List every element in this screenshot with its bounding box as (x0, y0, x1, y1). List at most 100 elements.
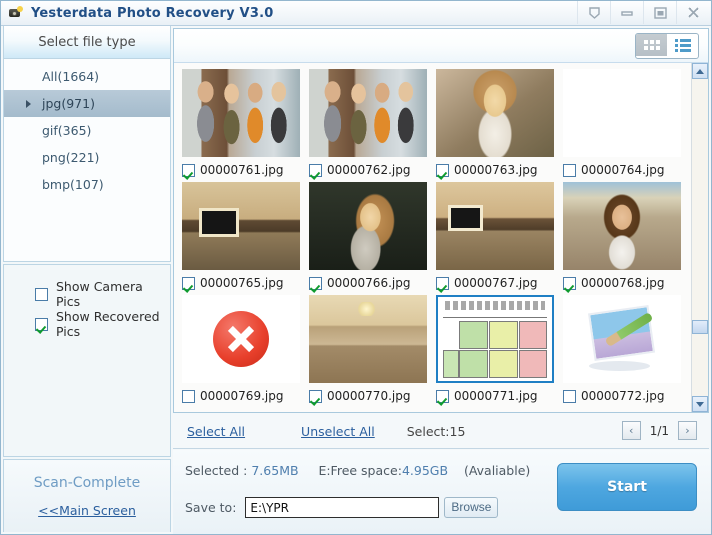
thumbnail-filename: 00000766.jpg (327, 276, 411, 290)
thumbnail-checkbox[interactable] (436, 163, 449, 177)
thumbnail-caption: 00000765.jpg (182, 272, 309, 294)
grid-view-icon[interactable] (636, 34, 667, 56)
window-controls (577, 1, 709, 24)
thumbnail-image[interactable] (309, 69, 427, 157)
thumbnail-checkbox[interactable] (182, 163, 195, 177)
sidebar-item-all[interactable]: All(1664) (4, 63, 170, 90)
broken-image-icon (182, 295, 300, 383)
thumbnail-item[interactable]: 00000764.jpg (563, 69, 690, 181)
selected-size-value: 7.65MB (251, 463, 299, 478)
thumbnail-checkbox[interactable] (309, 163, 322, 177)
list-view-icon[interactable] (667, 34, 698, 56)
thumbnail-filename: 00000770.jpg (327, 389, 411, 403)
selection-bar: Select All Unselect All Select:15 ‹ 1/1 … (173, 415, 709, 449)
prev-page-button[interactable]: ‹ (621, 421, 641, 440)
thumbnail-caption: 00000763.jpg (436, 159, 563, 181)
thumbnail-grid: 00000761.jpg 00000762.jpg 00000763.jpg 0… (174, 63, 691, 412)
sidebar-header: Select file type (3, 26, 171, 59)
file-type-label: All(1664) (42, 69, 100, 84)
thumbnail-item[interactable]: 00000766.jpg (309, 182, 436, 294)
thumbnail-filename: 00000761.jpg (200, 163, 284, 177)
thumbnail-item[interactable]: 00000770.jpg (309, 295, 436, 407)
page-indicator: 1/1 (649, 423, 669, 438)
thumbnail-image[interactable] (563, 182, 681, 270)
show-camera-pics-checkbox[interactable] (35, 287, 48, 301)
select-all-link[interactable]: Select All (187, 424, 245, 439)
display-options: Show Camera Pics Show Recovered Pics (3, 264, 171, 457)
option-show-recovered-pics[interactable]: Show Recovered Pics (4, 309, 170, 339)
scroll-up-icon[interactable] (692, 63, 708, 79)
thumbnail-checkbox[interactable] (182, 389, 195, 403)
title-bar: Yesterdata Photo Recovery V3.0 (1, 1, 711, 26)
thumbnail-caption: 00000767.jpg (436, 272, 563, 294)
scroll-down-icon[interactable] (692, 396, 708, 412)
thumbnail-checkbox[interactable] (563, 389, 576, 403)
thumbnail-item[interactable]: 00000765.jpg (182, 182, 309, 294)
thumbnail-filename: 00000767.jpg (454, 276, 538, 290)
thumbnail-image[interactable] (182, 295, 300, 383)
thumbnail-item[interactable]: 00000761.jpg (182, 69, 309, 181)
storage-status: Selected : 7.65MB E:Free space:4.95GB (A… (185, 463, 530, 478)
free-space-value: 4.95GB (401, 463, 449, 478)
thumbnail-filename: 00000762.jpg (327, 163, 411, 177)
thumbnail-item[interactable]: 00000767.jpg (436, 182, 563, 294)
thumbnail-item[interactable]: 00000772.jpg (563, 295, 690, 407)
sidebar-item-gif[interactable]: gif(365) (4, 117, 170, 144)
thumbnail-filename: 00000772.jpg (581, 389, 665, 403)
paint-image-icon (563, 295, 681, 383)
thumbnail-item[interactable]: 00000763.jpg (436, 69, 563, 181)
main-screen-link[interactable]: <<Main Screen (38, 503, 136, 518)
thumbnail-checkbox[interactable] (436, 276, 449, 290)
file-type-label: png(221) (42, 150, 100, 165)
camera-icon (8, 4, 26, 22)
thumbnail-checkbox[interactable] (309, 389, 322, 403)
thumbnail-image[interactable] (436, 182, 554, 270)
save-path-input[interactable] (245, 497, 440, 518)
thumbnail-item[interactable]: 00000762.jpg (309, 69, 436, 181)
save-to-label: Save to: (185, 500, 237, 515)
maximize-icon[interactable] (643, 1, 676, 24)
thumbnail-filename: 00000769.jpg (200, 389, 284, 403)
availability-text: (Avaliable) (463, 463, 531, 478)
unselect-all-link[interactable]: Unselect All (301, 424, 375, 439)
thumbnail-image[interactable] (436, 69, 554, 157)
thumbnail-checkbox[interactable] (182, 276, 195, 290)
close-icon[interactable] (676, 1, 709, 24)
footer-panel: Selected : 7.65MB E:Free space:4.95GB (A… (173, 450, 711, 534)
scrollbar-thumb[interactable] (692, 320, 708, 334)
show-recovered-pics-checkbox[interactable] (35, 317, 48, 331)
view-mode-toggle (635, 33, 699, 59)
thumbnail-checkbox[interactable] (563, 163, 576, 177)
thumbnail-image[interactable] (182, 182, 300, 270)
thumbnail-caption: 00000769.jpg (182, 385, 309, 407)
start-button[interactable]: Start (557, 463, 697, 511)
sidebar-item-png[interactable]: png(221) (4, 144, 170, 171)
thumbnail-checkbox[interactable] (309, 276, 322, 290)
thumbnail-caption: 00000770.jpg (309, 385, 436, 407)
free-space-label: E:Free space: (318, 463, 402, 478)
thumbnail-image[interactable] (563, 69, 681, 157)
thumbnail-image[interactable] (563, 295, 681, 383)
option-show-camera-pics[interactable]: Show Camera Pics (4, 279, 170, 309)
thumbnail-item[interactable]: 00000769.jpg (182, 295, 309, 407)
thumbnail-image[interactable] (182, 69, 300, 157)
thumbnail-checkbox[interactable] (563, 276, 576, 290)
thumbnail-image[interactable] (309, 182, 427, 270)
sidebar-item-jpg[interactable]: jpg(971) (4, 90, 170, 117)
pagination: ‹ 1/1 › (621, 421, 697, 440)
browse-button[interactable]: Browse (444, 497, 499, 518)
minimize-icon[interactable] (610, 1, 643, 24)
thumbnail-checkbox[interactable] (436, 389, 449, 403)
option-label: Show Camera Pics (56, 279, 143, 309)
thumbnail-item[interactable]: 00000771.jpg (436, 295, 563, 407)
thumbnail-image[interactable] (309, 295, 427, 383)
thumbnail-item[interactable]: 00000768.jpg (563, 182, 690, 294)
shield-icon[interactable] (577, 1, 610, 24)
next-page-button[interactable]: › (678, 421, 697, 440)
sidebar-item-bmp[interactable]: bmp(107) (4, 171, 170, 198)
thumbnail-filename: 00000768.jpg (581, 276, 665, 290)
selected-count: Select:15 (406, 424, 466, 439)
thumbnail-image[interactable] (436, 295, 554, 383)
thumbnail-scrollbar[interactable] (691, 63, 708, 412)
thumbnail-caption: 00000766.jpg (309, 272, 436, 294)
